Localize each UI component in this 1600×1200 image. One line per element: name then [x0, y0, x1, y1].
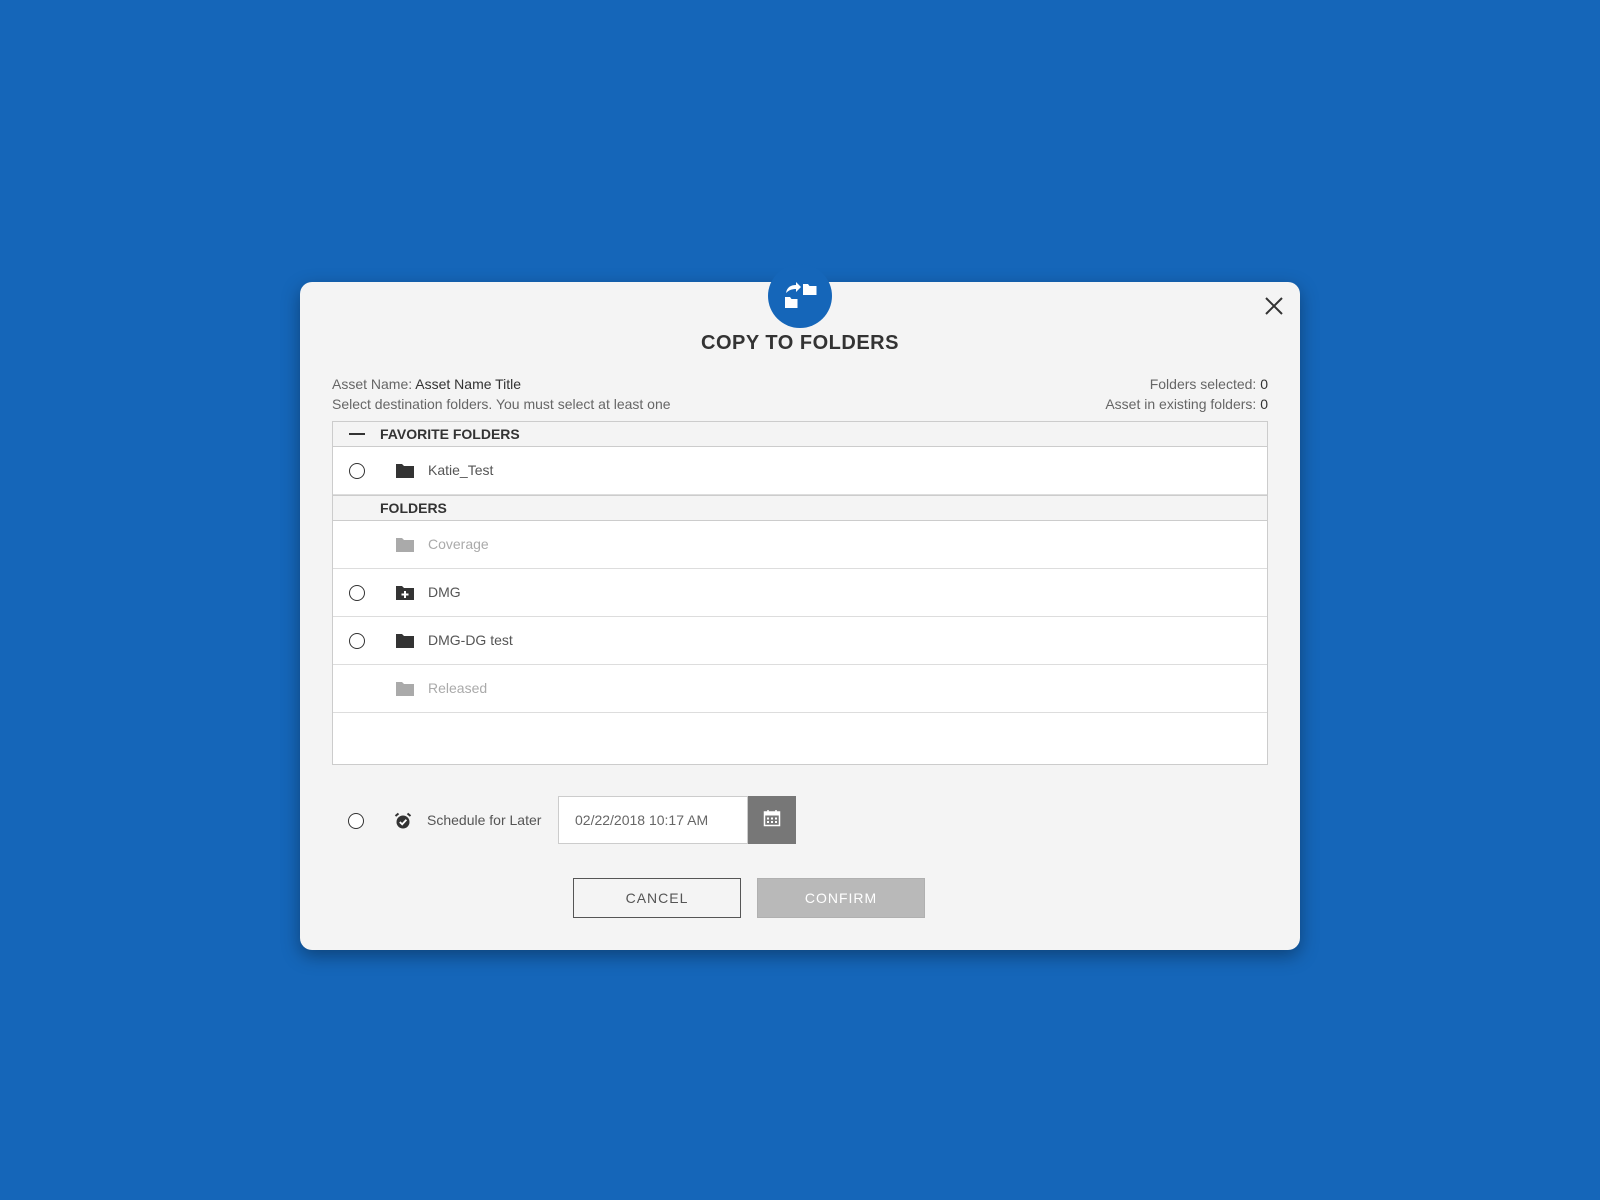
folder-list: FAVORITE FOLDERS Katie_Test FOLDERS Cove…	[332, 421, 1268, 765]
instruction-text: Select destination folders. You must sel…	[332, 396, 671, 412]
folder-label: DMG-DG test	[428, 632, 513, 648]
asset-info: Asset Name: Asset Name Title Select dest…	[332, 374, 671, 414]
schedule-datetime-input[interactable]	[558, 796, 748, 844]
folder-plus-icon[interactable]	[396, 585, 414, 603]
copy-to-folders-dialog: COPY TO FOLDERS Asset Name: Asset Name T…	[300, 264, 1300, 950]
folder-label: Katie_Test	[428, 462, 494, 478]
folder-label: Released	[428, 680, 488, 696]
folder-icon	[396, 681, 414, 699]
existing-folders-label: Asset in existing folders:	[1105, 396, 1257, 412]
folder-row-katie-test[interactable]: Katie_Test	[333, 447, 1267, 495]
collapse-icon[interactable]	[349, 433, 365, 435]
folder-radio[interactable]	[349, 585, 365, 601]
folder-label: Coverage	[428, 536, 489, 552]
folder-icon	[396, 463, 414, 481]
folders-selected-label: Folders selected:	[1149, 376, 1257, 392]
dialog-title: COPY TO FOLDERS	[701, 332, 899, 354]
folder-radio[interactable]	[349, 633, 365, 649]
favorite-folders-title: FAVORITE FOLDERS	[380, 426, 520, 442]
folders-selected-count: 0	[1260, 376, 1268, 392]
folder-row-coverage: Coverage	[333, 521, 1267, 569]
existing-folders-count: 0	[1260, 396, 1268, 412]
folder-label: DMG	[428, 584, 461, 600]
selection-counts: Folders selected: 0 Asset in existing fo…	[1105, 374, 1268, 414]
alarm-clock-check-icon	[394, 812, 412, 835]
asset-name-label: Asset Name:	[332, 376, 413, 392]
folder-row-dmg-dg-test[interactable]: DMG-DG test	[333, 617, 1267, 665]
folder-icon	[396, 633, 414, 651]
folder-row-dmg[interactable]: DMG	[333, 569, 1267, 617]
close-icon[interactable]	[1262, 294, 1286, 318]
folder-icon	[396, 537, 414, 555]
cancel-button[interactable]: CANCEL	[573, 878, 741, 918]
schedule-radio[interactable]	[348, 813, 364, 829]
confirm-button[interactable]: CONFIRM	[757, 878, 925, 918]
folders-title: FOLDERS	[380, 500, 447, 516]
schedule-for-later: Schedule for Later	[332, 796, 1268, 846]
calendar-button[interactable]	[748, 796, 796, 844]
schedule-label: Schedule for Later	[427, 812, 542, 828]
asset-name-value: Asset Name Title	[415, 376, 522, 392]
folder-row-released: Released	[333, 665, 1267, 713]
folders-header: FOLDERS	[333, 495, 1267, 521]
folder-radio[interactable]	[349, 463, 365, 479]
favorite-folders-header[interactable]: FAVORITE FOLDERS	[333, 422, 1267, 447]
copy-folder-badge-icon	[768, 264, 832, 328]
calendar-icon	[763, 809, 781, 832]
